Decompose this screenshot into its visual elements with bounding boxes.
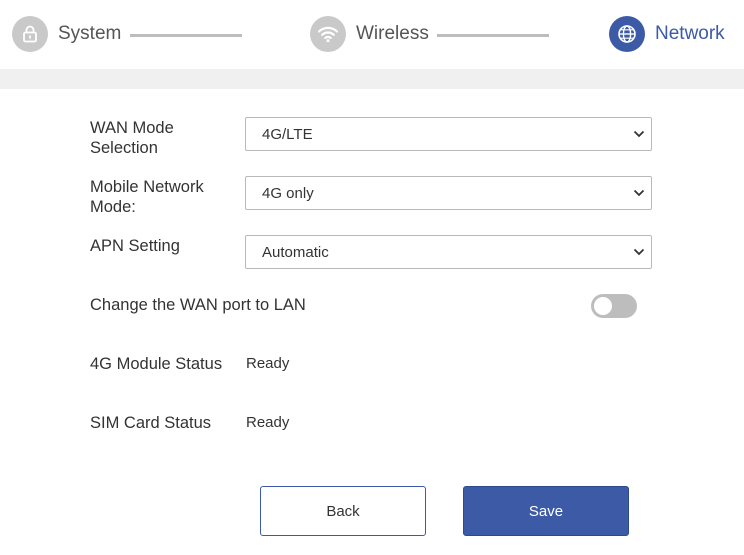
globe-icon xyxy=(609,16,645,52)
apn-label: APN Setting xyxy=(90,237,180,255)
step-network-label: Network xyxy=(655,23,725,44)
save-button-label: Save xyxy=(528,502,564,520)
step-connector xyxy=(130,34,242,37)
wan-mode-select[interactable]: 4G/LTE xyxy=(245,117,652,151)
wan-to-lan-toggle[interactable] xyxy=(591,294,637,318)
back-button[interactable]: Back xyxy=(260,486,426,536)
apn-select[interactable]: Automatic xyxy=(245,235,652,269)
mobile-mode-label: Mobile Network Mode: xyxy=(90,178,204,216)
apn-value: Automatic xyxy=(262,243,329,261)
lock-icon xyxy=(12,16,48,52)
wan-mode-value: 4G/LTE xyxy=(262,125,313,143)
step-connector xyxy=(437,34,549,37)
step-wireless[interactable]: Wireless xyxy=(310,16,429,52)
wifi-icon xyxy=(310,16,346,52)
step-network[interactable]: Network xyxy=(609,16,725,52)
chevron-down-icon xyxy=(633,130,645,138)
step-wireless-label: Wireless xyxy=(356,23,429,44)
step-system-label: System xyxy=(58,23,122,44)
section-divider xyxy=(0,69,744,89)
wan-to-lan-label: Change the WAN port to LAN xyxy=(90,296,306,314)
sim-status-label: SIM Card Status xyxy=(90,414,212,432)
save-button[interactable]: Save xyxy=(463,486,629,536)
mobile-mode-select[interactable]: 4G only xyxy=(245,176,652,210)
module-status-label: 4G Module Status xyxy=(90,355,223,373)
chevron-down-icon xyxy=(633,189,645,197)
chevron-down-icon xyxy=(633,248,645,256)
mobile-mode-value: 4G only xyxy=(262,184,314,202)
setup-stepper: System Wireless Network xyxy=(0,0,744,70)
toggle-knob xyxy=(594,297,612,315)
sim-status-value: Ready xyxy=(246,414,290,431)
back-button-label: Back xyxy=(326,502,360,520)
step-system[interactable]: System xyxy=(12,16,121,52)
wan-mode-label: WAN Mode Selection xyxy=(90,119,174,157)
module-status-value: Ready xyxy=(246,355,290,372)
